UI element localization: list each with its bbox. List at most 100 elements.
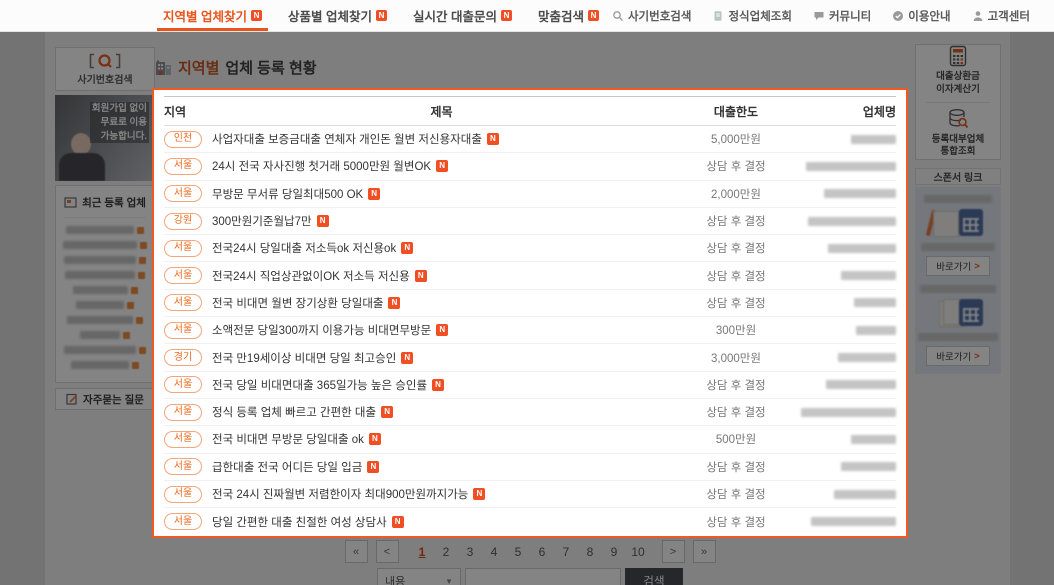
- listing-title-link[interactable]: 급한대출 전국 어디든 당일 입금: [212, 459, 362, 475]
- person-icon: [972, 10, 984, 22]
- utility-item-label: 사기번호검색: [628, 8, 691, 24]
- company-name-masked[interactable]: [841, 271, 896, 280]
- title-cell: 전국24시 직업상관없이OK 저소득 저신용 N: [212, 268, 671, 284]
- table-row: 서울 전국 당일 비대면대출 365일가능 높은 승인률 N 상담 후 결정: [164, 372, 896, 399]
- nav-item-label: 실시간 대출문의: [413, 6, 497, 25]
- utility-nav: 사기번호검색 정식업체조회 커뮤니티 이용안내 고객센터: [612, 8, 1030, 24]
- region-cell: 서울: [164, 322, 212, 339]
- utility-item-search[interactable]: 사기번호검색: [612, 8, 691, 24]
- new-badge: N: [588, 10, 599, 21]
- listing-title-link[interactable]: 소액전문 당일300까지 이용가능 비대면무방문: [212, 322, 431, 338]
- company-cell: [801, 490, 896, 499]
- region-badge: 서울: [164, 513, 202, 530]
- listing-title-link[interactable]: 정식 등록 업체 빠르고 간편한 대출: [212, 404, 376, 420]
- new-badge: N: [473, 488, 485, 500]
- title-cell: 급한대출 전국 어디든 당일 입금 N: [212, 459, 671, 475]
- company-cell: [801, 380, 896, 389]
- listing-title-link[interactable]: 300만원기준월납7만: [212, 213, 312, 229]
- document-icon: [712, 10, 724, 22]
- title-cell: 24시 전국 자사진행 첫거래 5000만원 월변OK N: [212, 158, 671, 174]
- listing-title-link[interactable]: 당일 간편한 대출 친절한 여성 상담사: [212, 514, 387, 530]
- listing-title-link[interactable]: 전국 비대면 월변 장기상환 당일대출: [212, 295, 383, 311]
- nav-item-label: 맞춤검색: [538, 6, 584, 25]
- table-row: 서울 전국24시 당일대출 저소득ok 저신용ok N 상담 후 결정: [164, 235, 896, 262]
- company-name-masked[interactable]: [841, 462, 896, 471]
- table-row: 서울 전국 비대면 월변 장기상환 당일대출 N 상담 후 결정: [164, 290, 896, 317]
- utility-item-label: 고객센터: [988, 8, 1030, 24]
- nav-item-0[interactable]: 지역별 업체찾기N: [150, 0, 275, 31]
- new-badge: N: [388, 297, 400, 309]
- company-name-masked[interactable]: [824, 189, 896, 198]
- region-badge: 서울: [164, 267, 202, 284]
- region-cell: 경기: [164, 349, 212, 366]
- loan-limit-cell: 상담 후 결정: [671, 213, 801, 229]
- company-cell: [801, 135, 896, 144]
- company-name-masked[interactable]: [828, 244, 896, 253]
- company-name-masked[interactable]: [851, 435, 896, 444]
- company-cell: [801, 162, 896, 171]
- title-cell: 사업자대출 보증금대출 연체자 개인돈 월변 저신용자대출 N: [212, 131, 671, 147]
- new-badge: N: [317, 215, 329, 227]
- new-badge: N: [401, 242, 413, 254]
- listing-title-link[interactable]: 전국 만19세이상 비대면 당일 최고승인: [212, 350, 396, 366]
- nav-item-3[interactable]: 맞춤검색 N: [525, 0, 612, 31]
- loan-limit-cell: 300만원: [671, 322, 801, 338]
- utility-item-person[interactable]: 고객센터: [972, 8, 1030, 24]
- region-badge: 강원: [164, 213, 202, 230]
- column-header-region: 지역: [164, 103, 212, 120]
- listing-title-link[interactable]: 전국24시 직업상관없이OK 저소득 저신용: [212, 268, 410, 284]
- nav-item-2[interactable]: 실시간 대출문의 N: [400, 0, 525, 31]
- listing-title-link[interactable]: 무방문 무서류 당일최대500 OK: [212, 186, 363, 202]
- company-cell: [801, 462, 896, 471]
- listing-title-link[interactable]: 전국 당일 비대면대출 365일가능 높은 승인률: [212, 377, 427, 393]
- new-badge: N: [487, 133, 499, 145]
- company-name-masked[interactable]: [826, 380, 896, 389]
- company-name-masked[interactable]: [806, 162, 896, 171]
- title-cell: 당일 간편한 대출 친절한 여성 상담사 N: [212, 514, 671, 530]
- company-name-masked[interactable]: [811, 517, 896, 526]
- region-cell: 서울: [164, 294, 212, 311]
- utility-item-speech-bubble[interactable]: 커뮤니티: [813, 8, 871, 24]
- company-name-masked[interactable]: [854, 298, 896, 307]
- new-badge: N: [367, 461, 379, 473]
- region-badge: 경기: [164, 349, 202, 366]
- region-cell: 인천: [164, 131, 212, 148]
- company-cell: [801, 217, 896, 226]
- new-badge: N: [369, 433, 381, 445]
- utility-item-check-circle[interactable]: 이용안내: [892, 8, 950, 24]
- utility-item-label: 이용안내: [908, 8, 950, 24]
- company-cell: [801, 244, 896, 253]
- table-row: 인천 사업자대출 보증금대출 연체자 개인돈 월변 저신용자대출 N 5,000…: [164, 126, 896, 153]
- new-badge: N: [376, 10, 387, 21]
- utility-item-document[interactable]: 정식업체조회: [712, 8, 791, 24]
- loan-limit-cell: 2,000만원: [671, 186, 801, 202]
- title-cell: 전국24시 당일대출 저소득ok 저신용ok N: [212, 240, 671, 256]
- loan-limit-cell: 상담 후 결정: [671, 295, 801, 311]
- region-cell: 서울: [164, 376, 212, 393]
- new-badge: N: [381, 406, 393, 418]
- company-name-masked[interactable]: [834, 490, 896, 499]
- listing-title-link[interactable]: 사업자대출 보증금대출 연체자 개인돈 월변 저신용자대출: [212, 131, 482, 147]
- company-name-masked[interactable]: [856, 326, 896, 335]
- listing-title-link[interactable]: 전국 비대면 무방문 당일대출 ok: [212, 431, 364, 447]
- new-badge: N: [368, 188, 380, 200]
- listing-title-link[interactable]: 전국24시 당일대출 저소득ok 저신용ok: [212, 240, 396, 256]
- listing-title-link[interactable]: 전국 24시 진짜월변 저렴한이자 최대900만원까지가능: [212, 486, 468, 502]
- company-name-masked[interactable]: [838, 353, 896, 362]
- top-navigation: 지역별 업체찾기N상품별 업체찾기N 실시간 대출문의 N 맞춤검색 N 사기번호검색 정…: [0, 0, 1054, 32]
- title-cell: 전국 비대면 무방문 당일대출 ok N: [212, 431, 671, 447]
- nav-item-1[interactable]: 상품별 업체찾기N: [275, 0, 400, 31]
- title-cell: 전국 만19세이상 비대면 당일 최고승인 N: [212, 350, 671, 366]
- new-badge: N: [401, 352, 413, 364]
- loan-limit-cell: 상담 후 결정: [671, 459, 801, 475]
- company-name-masked[interactable]: [801, 408, 896, 417]
- region-cell: 서울: [164, 185, 212, 202]
- company-name-masked[interactable]: [851, 135, 896, 144]
- listing-title-link[interactable]: 24시 전국 자사진행 첫거래 5000만원 월변OK: [212, 158, 431, 174]
- new-badge: N: [501, 10, 512, 21]
- loan-limit-cell: 상담 후 결정: [671, 404, 801, 420]
- table-row: 강원 300만원기준월납7만 N 상담 후 결정: [164, 208, 896, 235]
- company-name-masked[interactable]: [808, 217, 896, 226]
- region-badge: 서울: [164, 185, 202, 202]
- loan-limit-cell: 상담 후 결정: [671, 268, 801, 284]
